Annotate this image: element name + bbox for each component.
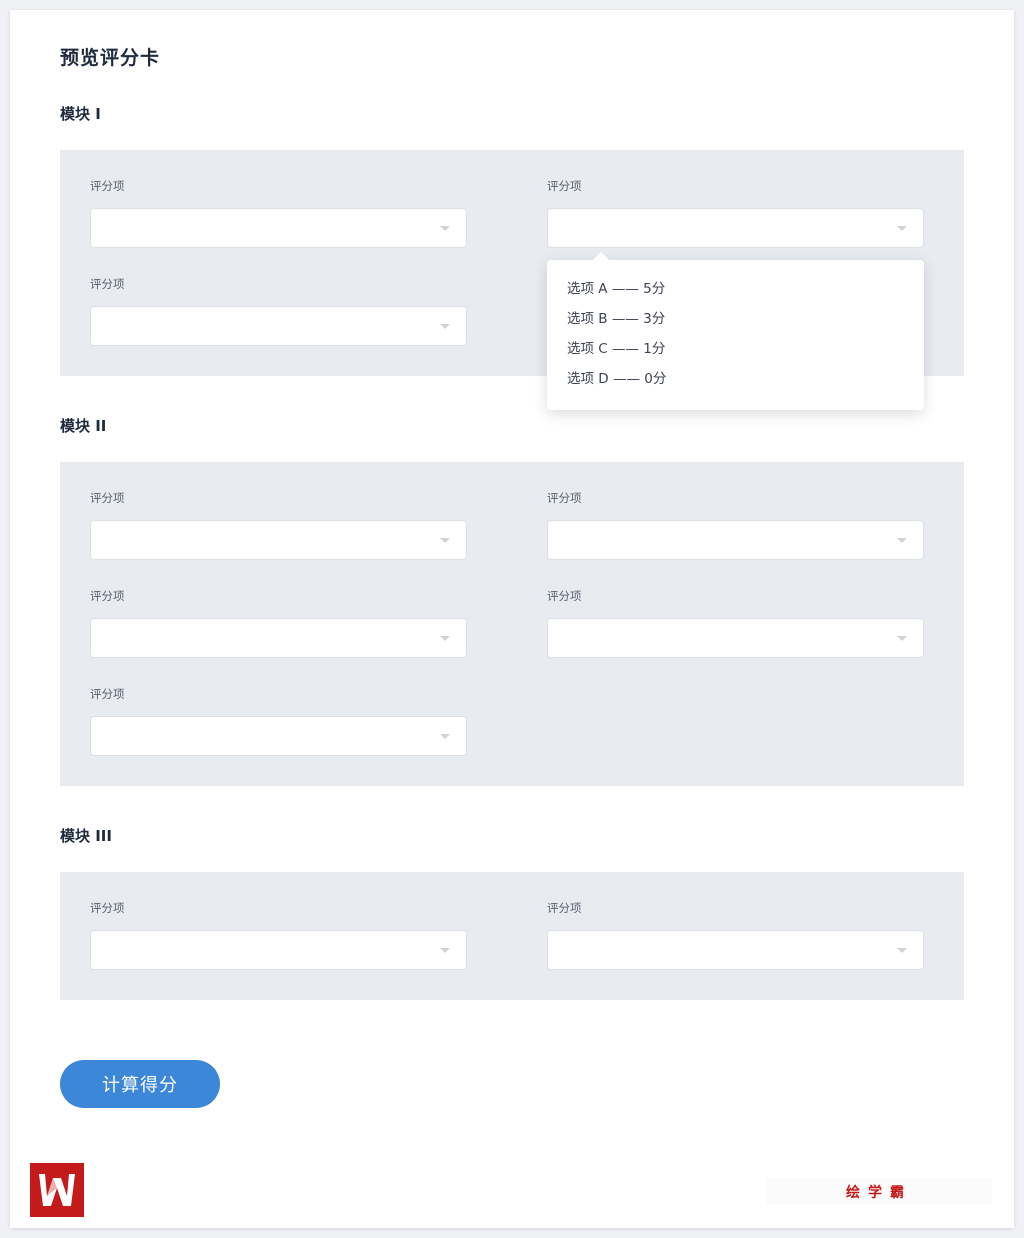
dropdown-pointer xyxy=(593,252,609,260)
score-item-select[interactable] xyxy=(90,208,467,248)
score-item-select[interactable] xyxy=(547,930,924,970)
dropdown-option[interactable]: 选项 D —— 0分 xyxy=(547,369,924,399)
dropdown-option[interactable]: 选项 A —— 5分 xyxy=(547,279,924,309)
chevron-down-icon xyxy=(440,538,450,543)
score-options-dropdown: 选项 A —— 5分 选项 B —— 3分 选项 C —— 1分 选项 D ——… xyxy=(547,252,924,410)
chevron-down-icon xyxy=(440,734,450,739)
score-item-select[interactable] xyxy=(90,306,467,346)
dropdown-option[interactable]: 选项 C —— 1分 xyxy=(547,339,924,369)
score-item-select[interactable] xyxy=(90,716,467,756)
chevron-down-icon xyxy=(897,636,907,641)
score-item-select[interactable] xyxy=(90,930,467,970)
chevron-down-icon xyxy=(440,324,450,329)
calculate-score-button[interactable]: 计算得分 xyxy=(60,1060,220,1108)
field-label: 评分项 xyxy=(547,491,582,505)
field-label: 评分项 xyxy=(90,901,125,915)
chevron-down-icon xyxy=(440,226,450,231)
chevron-down-icon xyxy=(897,226,907,231)
field-label: 评分项 xyxy=(547,179,582,193)
field-label: 评分项 xyxy=(90,277,125,291)
field-label: 评分项 xyxy=(90,491,125,505)
score-item-select[interactable] xyxy=(90,520,467,560)
chevron-down-icon xyxy=(897,948,907,953)
module-2-box: 评分项 评分项 评分项 评分项 评分项 xyxy=(60,462,964,786)
module-3-box: 评分项 评分项 xyxy=(60,872,964,1000)
brand-logo-icon xyxy=(30,1163,84,1217)
field-label: 评分项 xyxy=(90,687,125,701)
page-title: 预览评分卡 xyxy=(60,47,161,69)
chevron-down-icon xyxy=(897,538,907,543)
watermark-text: 绘学霸 xyxy=(846,1185,912,1201)
chevron-down-icon xyxy=(440,948,450,953)
field-label: 评分项 xyxy=(90,589,125,603)
field-label: 评分项 xyxy=(547,589,582,603)
scorecard-panel: 预览评分卡 模块 I 评分项 评分项 评分项 选项 A —— 5分 选项 B —… xyxy=(10,10,1014,1228)
score-item-select[interactable] xyxy=(90,618,467,658)
module-2-title: 模块 II xyxy=(60,417,107,435)
field-label: 评分项 xyxy=(90,179,125,193)
field-label: 评分项 xyxy=(547,901,582,915)
module-1-title: 模块 I xyxy=(60,105,101,123)
chevron-down-icon xyxy=(440,636,450,641)
dropdown-option[interactable]: 选项 B —— 3分 xyxy=(547,309,924,339)
score-item-select[interactable] xyxy=(547,618,924,658)
score-item-select-open[interactable] xyxy=(547,208,924,248)
score-item-select[interactable] xyxy=(547,520,924,560)
module-3-title: 模块 III xyxy=(60,827,112,845)
